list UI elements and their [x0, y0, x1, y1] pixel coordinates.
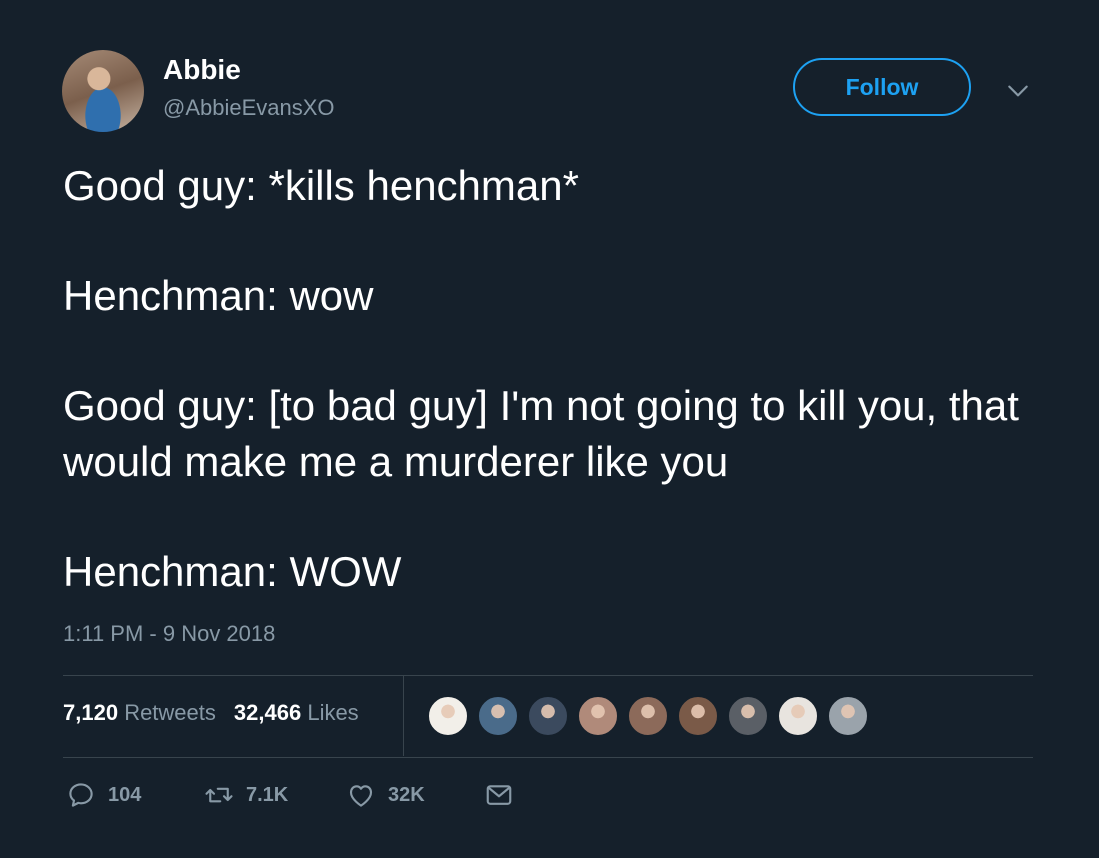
tweet-text: Good guy: *kills henchman* Henchman: wow… — [63, 158, 1053, 600]
likes-stat[interactable]: 32,466 Likes — [234, 700, 359, 726]
retweet-count: 7.1K — [246, 783, 289, 806]
message-action[interactable] — [484, 780, 514, 810]
like-action[interactable]: 32K — [346, 780, 484, 810]
envelope-icon — [486, 785, 512, 805]
retweet-icon — [205, 787, 233, 803]
liker-avatar[interactable] — [527, 695, 569, 737]
avatar[interactable] — [62, 50, 144, 132]
reply-icon — [69, 783, 93, 807]
liker-avatar[interactable] — [627, 695, 669, 737]
follow-button[interactable]: Follow — [793, 58, 971, 116]
tweet-line: Good guy: *kills henchman* — [63, 162, 579, 209]
liker-avatar[interactable] — [677, 695, 719, 737]
action-bar: 104 7.1K 32K — [66, 780, 514, 810]
liker-avatar[interactable] — [777, 695, 819, 737]
author-name[interactable]: Abbie — [163, 54, 241, 86]
liker-avatar[interactable] — [477, 695, 519, 737]
liker-avatar[interactable] — [427, 695, 469, 737]
engagement-stats: 7,120 Retweets 32,466 Likes — [63, 700, 359, 726]
retweets-label: Retweets — [124, 700, 216, 725]
tweet-card: Abbie @AbbieEvansXO Follow Good guy: *ki… — [0, 0, 1099, 858]
reply-count: 104 — [108, 783, 142, 806]
reply-action[interactable]: 104 — [66, 780, 204, 810]
divider — [63, 757, 1033, 758]
tweet-line: Good guy: [to bad guy] I'm not going to … — [63, 382, 1019, 485]
liker-avatars — [427, 695, 869, 737]
likes-label: Likes — [307, 700, 359, 725]
divider — [403, 676, 404, 756]
liker-avatar[interactable] — [577, 695, 619, 737]
tweet-line: Henchman: WOW — [63, 548, 402, 595]
chevron-down-icon[interactable] — [1005, 78, 1031, 104]
divider — [63, 675, 1033, 676]
like-count: 32K — [388, 783, 425, 806]
liker-avatar[interactable] — [827, 695, 869, 737]
timestamp[interactable]: 1:11 PM - 9 Nov 2018 — [63, 621, 275, 647]
tweet-line: Henchman: wow — [63, 272, 374, 319]
retweets-count: 7,120 — [63, 700, 119, 725]
retweet-action[interactable]: 7.1K — [204, 780, 346, 810]
retweets-stat[interactable]: 7,120 Retweets — [63, 700, 216, 726]
liker-avatar[interactable] — [727, 695, 769, 737]
likes-count: 32,466 — [233, 700, 302, 725]
heart-icon — [349, 785, 373, 807]
author-handle[interactable]: @AbbieEvansXO — [163, 95, 335, 121]
